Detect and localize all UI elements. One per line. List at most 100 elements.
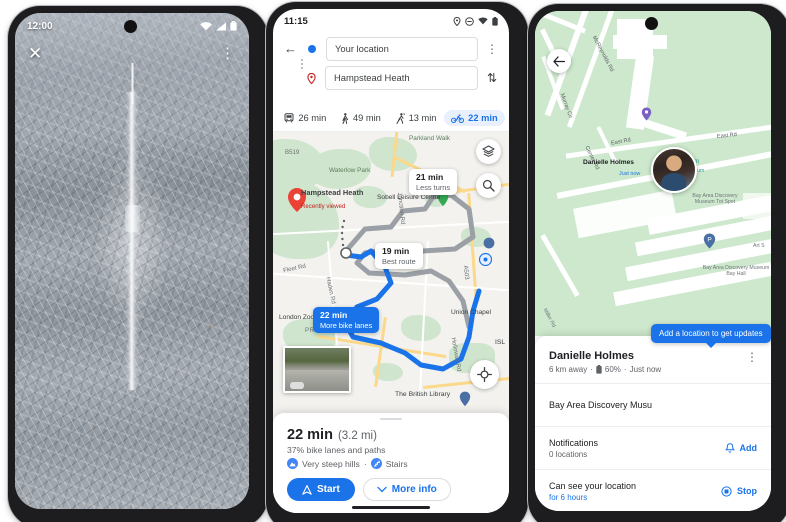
route-subtitle: 37% bike lanes and paths — [287, 445, 386, 455]
map-label: The British Library — [395, 391, 451, 398]
chevron-down-icon — [377, 486, 387, 493]
callout-desc: Best route — [382, 256, 416, 266]
poi-pin-purple[interactable] — [641, 107, 652, 121]
layers-button[interactable] — [476, 139, 501, 164]
tab-transit[interactable]: 26 min — [277, 110, 333, 126]
row-location-sub: for 6 hours — [549, 492, 588, 502]
wifi-icon — [200, 21, 212, 30]
recenter-button[interactable] — [470, 360, 499, 389]
row-place[interactable]: Bay Area Discovery Musu — [535, 383, 771, 426]
hill-icon — [287, 458, 298, 469]
callout-desc: More bike lanes — [320, 320, 373, 330]
phone-left-3d-view: 12:00 ✕ ⋮ — [8, 6, 268, 522]
route-callout-selected[interactable]: 22 min More bike lanes — [313, 307, 380, 333]
transit-icon — [284, 113, 294, 123]
row-can-see-location[interactable]: Can see your location for 6 hours Stop — [535, 469, 771, 511]
system-navigation-bar[interactable] — [352, 506, 430, 509]
map-label: Sobell Leisure Centre — [377, 194, 441, 201]
route-duration: 22 min — [287, 427, 333, 443]
person-name: Danielle Holmes — [549, 350, 634, 362]
bell-add-icon — [724, 442, 735, 453]
navigate-icon — [302, 484, 312, 495]
meta-time: Just now — [629, 365, 662, 374]
back-button[interactable] — [547, 49, 571, 73]
row-location-title: Can see your location — [549, 480, 637, 491]
phone-right-location-sharing: P McReynolds Rd Murray Cir Center Rd Eas… — [528, 4, 786, 522]
tab-cycling-label: 22 min — [468, 113, 498, 123]
more-info-button[interactable]: More info — [362, 478, 451, 501]
streetview-thumbnail[interactable] — [283, 346, 351, 393]
camera-punch-hole — [124, 20, 137, 33]
battery-icon — [230, 21, 237, 31]
start-button[interactable]: Start — [287, 478, 355, 501]
walk-connector-dots — [340, 219, 346, 247]
battery-icon — [492, 16, 498, 26]
destination-row: Hampstead Heath ⇅ — [283, 65, 499, 90]
status-time: 12:00 — [27, 20, 53, 32]
poi-pin-library[interactable] — [459, 391, 471, 407]
avatar[interactable] — [651, 147, 697, 193]
origin-dot-icon — [308, 44, 316, 53]
overflow-menu-icon[interactable]: ⋮ — [220, 46, 235, 61]
route-callout-alt2[interactable]: 19 min Best route — [375, 243, 423, 269]
route-callout-alt1[interactable]: 21 min Less turns — [409, 169, 458, 195]
callout-time: 19 min — [382, 246, 410, 256]
screenshot-canvas: 12:00 ✕ ⋮ 11:15 ← Your location ⋮ Hampst… — [0, 0, 786, 522]
origin-input[interactable]: Your location — [326, 36, 478, 61]
add-location-button[interactable]: Add — [724, 442, 758, 454]
sharing-map-canvas[interactable]: P McReynolds Rd Murray Cir Center Rd Eas… — [535, 11, 771, 336]
destination-pin-icon — [307, 73, 316, 84]
add-location-label: Add — [739, 443, 758, 453]
swap-icon[interactable]: ⇅ — [485, 72, 499, 84]
stop-circle-icon — [721, 485, 732, 497]
aerial-3d-imagery[interactable] — [15, 13, 249, 509]
origin-row: ← Your location ⋮ — [283, 36, 499, 61]
map-label-recently-viewed: Recently viewed — [301, 203, 346, 210]
route-distance: (3.2 mi) — [337, 430, 377, 442]
route-attribute-chips: Very steep hills · Stairs — [273, 455, 509, 469]
meta-distance: 6 km away — [549, 365, 588, 374]
location-sharing-sheet: Danielle Holmes 6 km away · 60% · Just n… — [535, 324, 771, 511]
status-icon-group — [453, 16, 498, 26]
back-icon — [553, 55, 565, 67]
status-time: 11:15 — [284, 15, 308, 27]
meta-sep: · — [590, 365, 593, 374]
start-button-label: Start — [317, 484, 340, 495]
left-screen: 12:00 ✕ ⋮ — [15, 13, 249, 509]
close-icon[interactable]: ✕ — [28, 45, 42, 62]
map-label-street: A503 — [461, 265, 471, 280]
poi-dot-bike[interactable] — [479, 253, 492, 266]
tab-walking[interactable]: 49 min — [334, 110, 388, 127]
phone-middle-directions: 11:15 ← Your location ⋮ Hampstead Heath … — [266, 2, 528, 522]
overflow-menu-icon[interactable]: ⋮ — [746, 351, 758, 363]
walk-icon — [342, 112, 349, 124]
parking-pin-icon[interactable]: P — [703, 233, 716, 249]
route-summary-title: 22 min (3.2 mi) — [273, 420, 509, 443]
poi-dot-transit[interactable] — [483, 237, 495, 249]
map-label-poi: Bay Area Discovery Museum Tot Spot — [692, 193, 738, 205]
callout-time: 22 min — [320, 310, 348, 320]
building — [613, 35, 667, 49]
row-notifications-sub: 0 locations — [549, 449, 588, 459]
right-screen: P McReynolds Rd Murray Cir Center Rd Eas… — [535, 11, 771, 511]
row-notifications[interactable]: Notifications 0 locations Add — [535, 426, 771, 469]
map-label: Parkland Walk — [409, 135, 450, 142]
map-label-poi: Art S — [753, 243, 765, 249]
route-summary-sheet: 22 min (3.2 mi) 37% bike lanes and paths… — [273, 412, 509, 513]
map-label: ISL — [495, 339, 506, 346]
search-button[interactable] — [476, 173, 501, 198]
tab-cycling[interactable]: 22 min — [444, 110, 505, 126]
map-person-time: Just now — [619, 171, 641, 177]
destination-input[interactable]: Hampstead Heath — [325, 65, 478, 90]
callout-time: 21 min — [416, 172, 444, 182]
stop-sharing-button[interactable]: Stop — [721, 485, 757, 497]
location-icon — [453, 16, 461, 26]
overflow-menu-icon[interactable]: ⋮ — [485, 43, 499, 55]
stop-sharing-label: Stop — [737, 486, 757, 496]
camera-punch-hole — [645, 17, 658, 30]
back-icon[interactable]: ← — [283, 42, 298, 55]
battery-icon — [596, 365, 602, 374]
tab-rideshare[interactable]: 13 min — [389, 110, 444, 127]
tab-transit-label: 26 min — [298, 113, 327, 123]
wifi-icon — [478, 17, 488, 25]
